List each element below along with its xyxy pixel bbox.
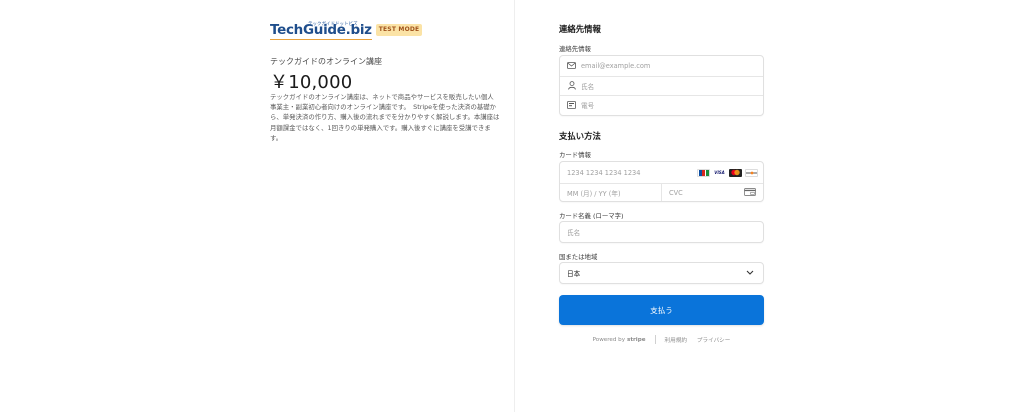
name-field[interactable]: 氏名 — [560, 75, 763, 96]
left-pane: TechGuide.biz テックガイドドットビズ TEST MODE テックガ… — [0, 0, 514, 412]
contact-label: 連絡先情報 — [559, 45, 591, 53]
card-number-placeholder: 1234 1234 1234 1234 — [567, 168, 641, 177]
card-input-group: 1234 1234 1234 1234 VISA MM (月) / YY (年)… — [559, 161, 764, 202]
logo-tagline: テックガイドドットビズ — [308, 22, 358, 27]
cardholder-field[interactable]: 氏名 — [559, 221, 764, 243]
expiry-field[interactable]: MM (月) / YY (年) — [560, 184, 661, 201]
payment-section-title: 支払い方法 — [559, 131, 601, 141]
person-icon — [567, 81, 576, 90]
product-price: ￥10,000 — [270, 72, 353, 93]
card-number-field[interactable]: 1234 1234 1234 1234 VISA — [560, 162, 763, 184]
pay-button[interactable]: 支払う — [559, 295, 764, 325]
email-placeholder: email@example.com — [581, 61, 651, 70]
name-placeholder: 氏名 — [581, 82, 595, 91]
footer: Powered by stripe 利用規約 プライバシー — [515, 335, 1024, 344]
stripe-logo[interactable]: stripe — [627, 337, 645, 343]
country-select[interactable]: 日本 — [559, 262, 764, 284]
logo-underline — [270, 39, 372, 40]
product-description: テックガイドのオンライン講座は、ネットで商品やサービスを販売したい個人事業主・副… — [270, 93, 500, 142]
mastercard-logo-icon — [729, 168, 742, 177]
discover-logo-icon — [745, 168, 758, 177]
cvc-placeholder: CVC — [669, 188, 683, 197]
brand-header: TechGuide.biz テックガイドドットビズ TEST MODE — [270, 21, 423, 40]
footer-separator — [654, 335, 656, 344]
card-info-label: カード情報 — [559, 151, 591, 159]
contact-input-group: email@example.com 氏名 電号 — [559, 55, 764, 116]
visa-logo-icon: VISA — [713, 168, 726, 177]
chevron-down-icon — [746, 269, 754, 277]
mail-icon — [567, 61, 576, 70]
test-mode-badge: TEST MODE — [375, 24, 423, 36]
email-field[interactable]: email@example.com — [560, 56, 763, 76]
techguide-logo[interactable]: TechGuide.biz テックガイドドットビズ — [270, 21, 372, 40]
jcb-logo-icon — [697, 168, 710, 177]
cvc-field[interactable]: CVC — [661, 184, 763, 201]
terms-link[interactable]: 利用規約 — [665, 336, 687, 344]
privacy-link[interactable]: プライバシー — [697, 336, 730, 344]
phone-field[interactable]: 電号 — [560, 95, 763, 115]
cardholder-label: カード名義 (ローマ字) — [559, 212, 624, 220]
cardholder-placeholder: 氏名 — [567, 229, 581, 237]
phone-book-icon — [567, 101, 576, 110]
product-name: テックガイドのオンライン講座 — [270, 57, 382, 66]
phone-placeholder: 電号 — [581, 102, 595, 111]
country-label: 国または地域 — [559, 253, 598, 261]
contact-section-title: 連絡先情報 — [559, 24, 601, 34]
checkout-form: 連絡先情報 連絡先情報 email@example.com 氏名 電号 支払い方… — [515, 0, 1024, 412]
card-brand-logos: VISA — [697, 168, 758, 177]
expiry-placeholder: MM (月) / YY (年) — [567, 189, 621, 198]
country-value: 日本 — [567, 270, 581, 278]
powered-by-text: Powered by — [592, 336, 626, 343]
cvc-card-icon — [744, 187, 756, 198]
card-second-row: MM (月) / YY (年) CVC — [560, 184, 763, 201]
